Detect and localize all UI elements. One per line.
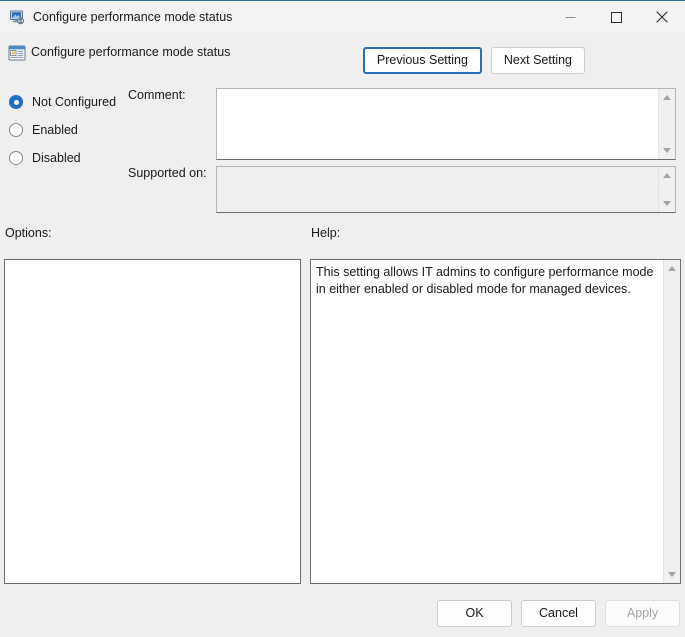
radio-mark-icon [9,95,23,109]
close-button[interactable] [639,1,685,33]
previous-setting-button[interactable]: Previous Setting [362,47,482,74]
minimize-button[interactable] [547,1,593,33]
options-label: Options: [5,226,52,240]
radio-label-not-configured: Not Configured [32,95,117,109]
window-title: Configure performance mode status [33,9,233,24]
help-panel: This setting allows IT admins to configu… [310,259,681,584]
ok-button[interactable]: OK [437,600,512,627]
help-scrollbar[interactable] [663,260,680,583]
comment-label: Comment: [128,88,186,102]
options-panel[interactable] [4,259,301,584]
policy-setting-icon [8,44,26,62]
radio-enabled[interactable]: Enabled [9,116,116,144]
dialog-footer: OK Cancel Apply [437,600,680,627]
minimize-icon [565,16,575,18]
radio-label-enabled: Enabled [32,123,78,137]
scroll-down-icon[interactable] [659,142,676,159]
supported-on-value [217,167,658,212]
radio-mark-icon [9,151,23,165]
cancel-button[interactable]: Cancel [521,600,596,627]
radio-label-disabled: Disabled [32,151,81,165]
setting-navigation: Previous Setting Next Setting [362,47,585,74]
supported-on-scrollbar[interactable] [658,167,675,212]
scroll-down-icon[interactable] [659,195,676,212]
setting-title: Configure performance mode status [31,45,231,59]
comment-input[interactable] [217,89,658,159]
scroll-up-icon[interactable] [659,89,676,106]
next-setting-button[interactable]: Next Setting [490,47,585,74]
radio-mark-icon [9,123,23,137]
title-bar[interactable]: Configure performance mode status [0,0,685,32]
options-content [5,260,300,583]
maximize-icon [610,11,622,23]
supported-on-field [216,166,676,213]
setting-header: Configure performance mode status Previo… [0,32,685,82]
monitor-policy-icon [9,9,25,25]
radio-not-configured[interactable]: Not Configured [9,88,116,116]
radio-disabled[interactable]: Disabled [9,144,116,172]
state-radio-group: Not Configured Enabled Disabled [9,88,116,172]
scroll-down-icon[interactable] [664,566,681,583]
help-label: Help: [311,226,341,240]
help-text: This setting allows IT admins to configu… [316,265,654,296]
apply-button: Apply [605,600,680,627]
close-icon [656,11,668,23]
comment-field[interactable] [216,88,676,160]
comment-scrollbar[interactable] [658,89,675,159]
maximize-button[interactable] [593,1,639,33]
window-controls [547,1,685,33]
supported-on-label: Supported on: [128,166,207,180]
scroll-up-icon[interactable] [664,260,681,277]
scroll-up-icon[interactable] [659,167,676,184]
